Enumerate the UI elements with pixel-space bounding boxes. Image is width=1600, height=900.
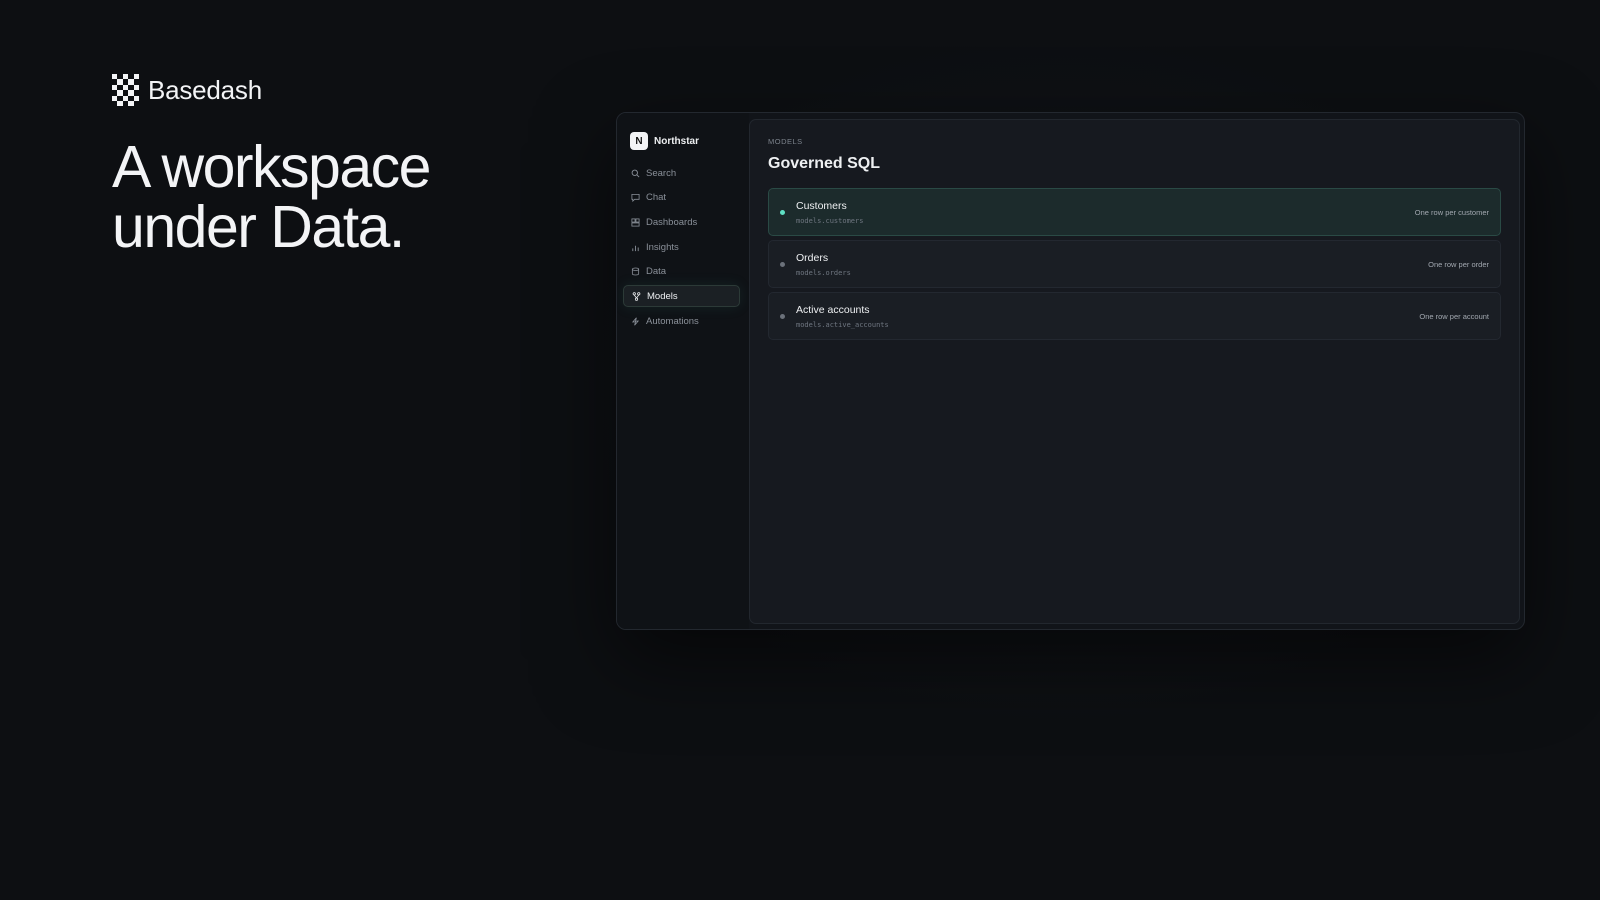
brand: Basedash (112, 74, 262, 107)
model-row[interactable]: Orders models.orders One row per order (768, 240, 1501, 288)
sidebar-item-dashboards[interactable]: Dashboards (623, 211, 740, 233)
workspace-switcher[interactable]: N Northstar (630, 132, 699, 150)
status-dot (780, 210, 785, 215)
status-dot (780, 262, 785, 267)
headline-line-1: A workspace (112, 134, 432, 200)
model-row[interactable]: Customers models.customers One row per cus… (768, 188, 1501, 236)
sidebar: N Northstar Search Chat Dashboards Insights… (617, 113, 749, 629)
sidebar-item-label: Chat (646, 192, 667, 204)
model-list: Customers models.customers One row per cus… (768, 188, 1501, 344)
sidebar-item-label: Insights (646, 241, 679, 253)
model-grain: One row per account (1419, 312, 1489, 321)
sidebar-item-insights[interactable]: Insights (623, 236, 740, 258)
workspace-name: Northstar (654, 135, 700, 147)
sidebar-item-label: Automations (646, 315, 699, 327)
models-icon (631, 291, 641, 301)
sidebar-item-label: Search (646, 167, 677, 179)
section-label: MODELS (768, 137, 803, 146)
sidebar-item-data[interactable]: Data (623, 261, 740, 283)
sidebar-item-chat[interactable]: Chat (623, 187, 740, 209)
insights-icon (630, 242, 640, 252)
sidebar-item-automations[interactable]: Automations (623, 310, 740, 332)
sidebar-nav: Search Chat Dashboards Insights Data Models Au… (623, 162, 740, 335)
logo-cell (134, 101, 139, 106)
sidebar-item-label: Dashboards (646, 216, 698, 228)
workspace-avatar: N (630, 132, 648, 150)
sidebar-item-label: Data (646, 266, 667, 278)
model-name: Active accounts (796, 304, 870, 316)
headline-line-2: under Data. (112, 194, 405, 260)
sidebar-item-models[interactable]: Models (623, 285, 740, 308)
page: Basedash A workspace under Data. N North… (0, 0, 1600, 900)
model-name: Orders (796, 252, 829, 264)
search-icon (630, 168, 640, 178)
brand-name: Basedash (147, 74, 262, 105)
chat-icon (630, 193, 640, 203)
basedash-logo-icon (112, 74, 139, 107)
bolt-icon (630, 316, 640, 326)
model-row[interactable]: Active accounts models.active_accounts One… (768, 292, 1501, 340)
status-dot (780, 314, 785, 319)
page-title: Governed SQL (768, 155, 881, 172)
main-panel: MODELS Governed SQL Customers models.cust… (749, 119, 1520, 624)
model-grain: One row per order (1428, 260, 1489, 269)
sidebar-item-label: Models (647, 290, 678, 302)
headline: A workspace under Data. (112, 134, 432, 260)
sidebar-item-search[interactable]: Search (623, 162, 740, 184)
model-path: models.active_accounts (796, 321, 889, 329)
model-grain: One row per customer (1414, 208, 1489, 217)
app-window: N Northstar Search Chat Dashboards Insights… (616, 112, 1525, 630)
model-path: models.customers (796, 217, 864, 225)
database-icon (630, 267, 640, 277)
dashboard-icon (630, 217, 640, 227)
model-path: models.orders (796, 269, 851, 277)
model-name: Customers (796, 200, 847, 212)
